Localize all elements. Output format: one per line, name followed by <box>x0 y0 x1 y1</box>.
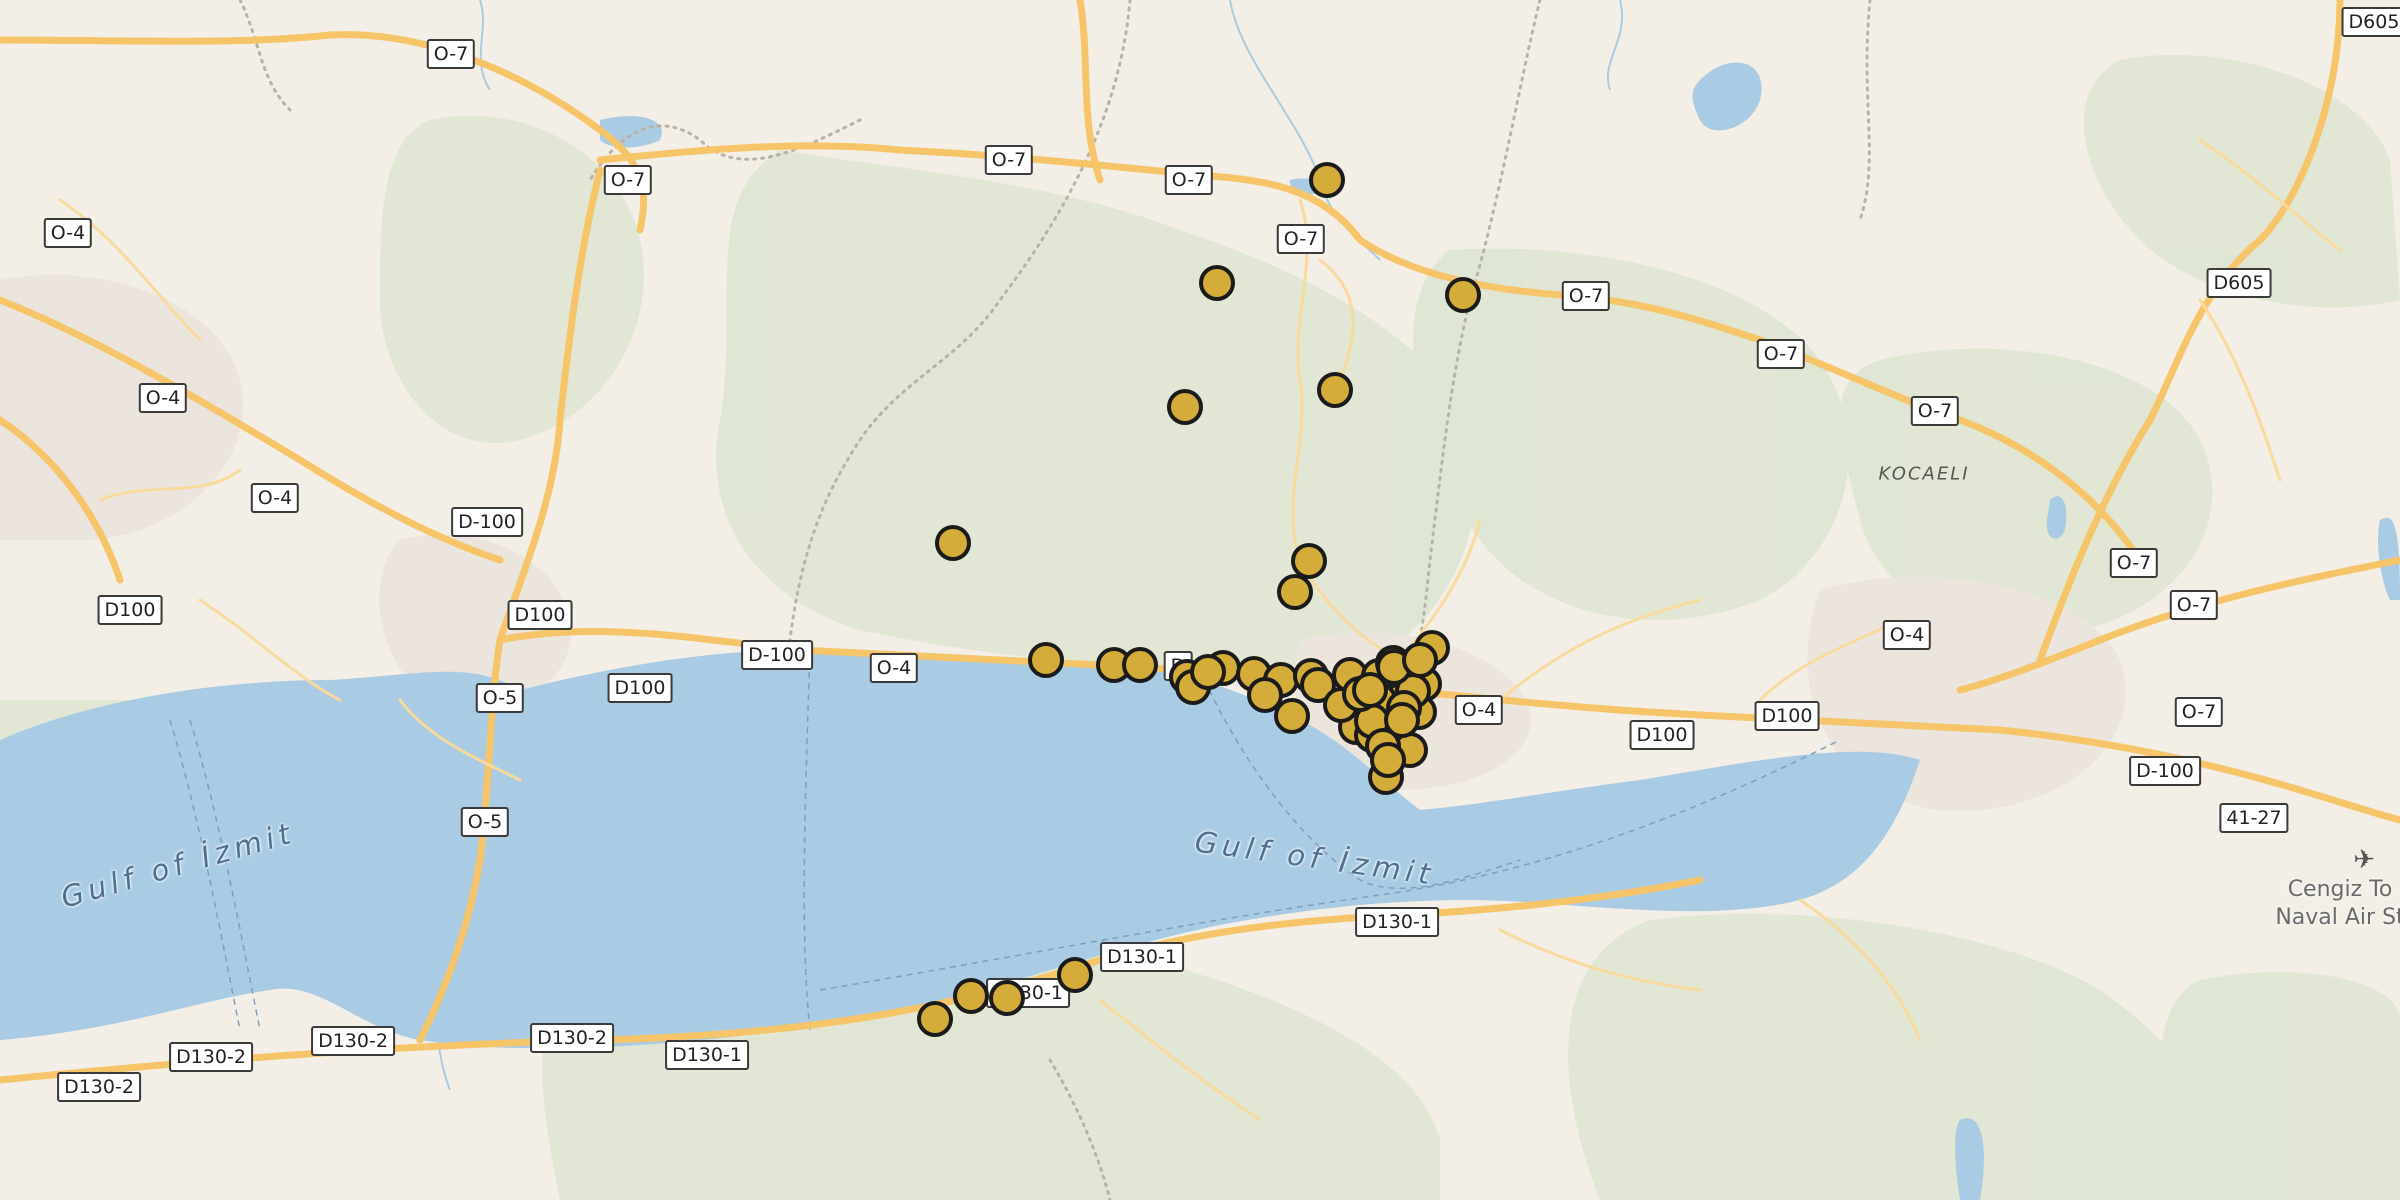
road-shield-d130-2: D130-2 <box>311 1026 395 1056</box>
location-marker[interactable] <box>989 980 1025 1016</box>
road-shield-d100: D100 <box>607 673 673 703</box>
location-marker[interactable] <box>1122 647 1158 683</box>
location-marker[interactable] <box>1309 162 1345 198</box>
road-shield-o4: O-4 <box>138 383 188 413</box>
road-shield-o7: O-7 <box>2169 590 2219 620</box>
airport-icon: ✈ <box>2353 845 2375 875</box>
road-shield-o4: O-4 <box>1454 695 1504 725</box>
airport-label-line1: Cengiz To <box>2287 877 2393 902</box>
road-shield-o7: O-7 <box>1276 224 1326 254</box>
road-shield-o4: O-4 <box>1882 620 1932 650</box>
location-marker[interactable] <box>1028 642 1064 678</box>
location-marker[interactable] <box>917 1001 953 1037</box>
road-shield-41-27: 41-27 <box>2219 803 2289 833</box>
location-marker[interactable] <box>1317 372 1353 408</box>
road-shield-o7: O-7 <box>426 39 476 69</box>
road-shield-d605: D605 <box>2206 268 2272 298</box>
location-marker[interactable] <box>1445 277 1481 313</box>
location-marker[interactable] <box>1274 698 1310 734</box>
region-label: KOCAELI <box>1878 463 1970 485</box>
airport-label-line2: Naval Air St <box>2275 905 2400 930</box>
road-shield-o4: O-4 <box>869 653 919 683</box>
location-marker[interactable] <box>1199 265 1235 301</box>
road-shield-d130-1: D130-1 <box>1100 942 1184 972</box>
road-shield-o7: O-7 <box>603 165 653 195</box>
airport-label: Cengiz To Naval Air St <box>2275 876 2400 932</box>
location-marker[interactable] <box>1384 702 1420 738</box>
road-shield-d100: D-100 <box>451 507 523 537</box>
location-marker[interactable] <box>1277 574 1313 610</box>
road-shield-d100: D100 <box>1629 720 1695 750</box>
location-marker[interactable] <box>935 525 971 561</box>
road-shield-o7: O-7 <box>1164 165 1214 195</box>
road-shield-o4: O-4 <box>250 483 300 513</box>
location-marker[interactable] <box>1057 957 1093 993</box>
location-marker[interactable] <box>1402 642 1438 678</box>
road-shield-d130-2: D130-2 <box>169 1042 253 1072</box>
road-shield-o5: O-5 <box>460 807 510 837</box>
road-shield-d100: D100 <box>1754 701 1820 731</box>
road-shield-o7: O-7 <box>1756 339 1806 369</box>
road-shield-o7: O-7 <box>2174 697 2224 727</box>
location-marker[interactable] <box>953 978 989 1014</box>
road-shield-d130-2: D130-2 <box>57 1072 141 1102</box>
road-shield-o7: O-7 <box>1910 396 1960 426</box>
road-shield-o7: O-7 <box>2109 548 2159 578</box>
location-marker[interactable] <box>1167 389 1203 425</box>
road-shield-d130-2: D130-2 <box>530 1023 614 1053</box>
road-shield-d130-1: D130-1 <box>1355 907 1439 937</box>
location-marker[interactable] <box>1352 672 1388 708</box>
road-shield-o7: O-7 <box>984 145 1034 175</box>
map-view[interactable]: Gulf of İzmit Gulf of İzmit KOCAELI ✈ Ce… <box>0 0 2400 1200</box>
road-shield-d130-1: D130-1 <box>665 1040 749 1070</box>
road-shield-o4: O-4 <box>43 218 93 248</box>
road-shield-d100: D-100 <box>2129 756 2201 786</box>
road-shield-d605: D605 <box>2341 7 2400 37</box>
road-shield-o5: O-5 <box>475 683 525 713</box>
road-shield-d100: D100 <box>97 595 163 625</box>
location-marker[interactable] <box>1370 742 1406 778</box>
location-marker[interactable] <box>1190 654 1226 690</box>
road-shield-d100: D100 <box>507 600 573 630</box>
road-shield-d100: D-100 <box>741 640 813 670</box>
road-shield-o7: O-7 <box>1561 281 1611 311</box>
